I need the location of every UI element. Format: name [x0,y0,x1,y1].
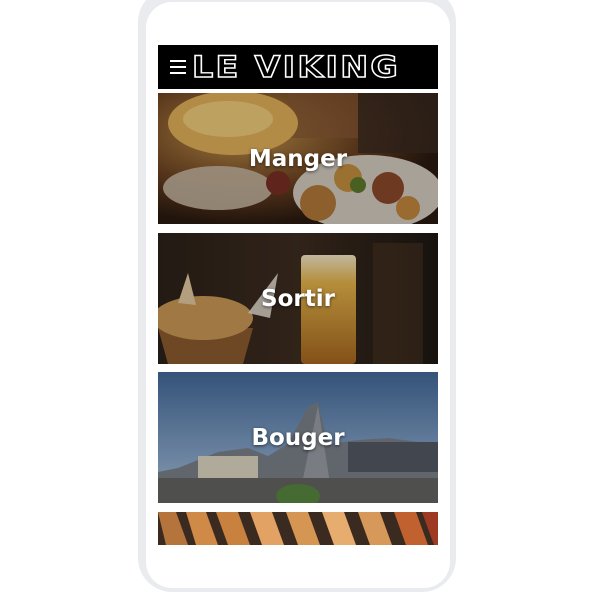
header-bar: LE VIKING [158,45,438,89]
hamburger-menu-icon[interactable] [170,60,186,74]
category-label: Bouger [251,424,345,451]
category-card-partial[interactable] [158,512,438,545]
category-label: Manger [248,145,348,172]
category-card-bouger[interactable]: Bouger [158,372,438,503]
category-card-manger[interactable]: Manger [158,93,438,224]
wooden-hangers-photo [158,512,438,545]
phone-screen: LE VIKING Manger Sortir Bouger [146,2,450,588]
category-card-sortir[interactable]: Sortir [158,233,438,364]
category-label: Sortir [261,285,335,312]
site-logo[interactable]: LE VIKING [191,51,400,81]
